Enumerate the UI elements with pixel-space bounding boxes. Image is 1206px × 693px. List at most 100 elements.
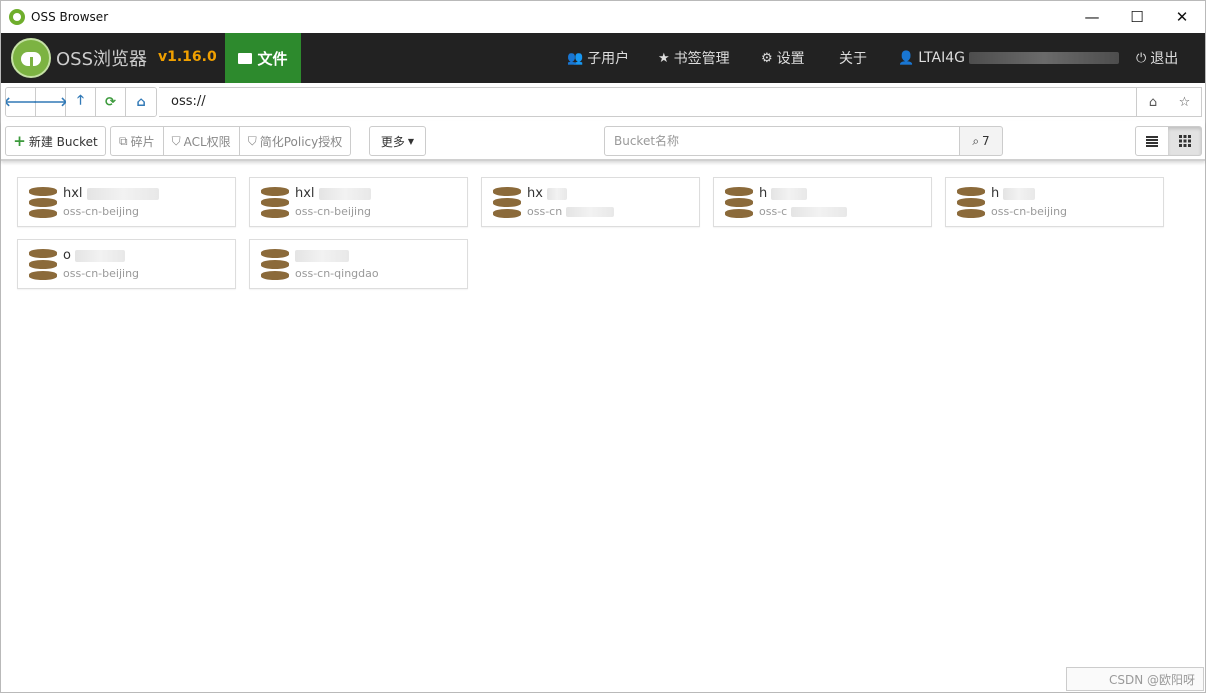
- bucket-name: h: [991, 186, 1000, 201]
- bucket-region: oss-cn-beijing: [63, 205, 140, 218]
- shield-icon: ⛉: [171, 133, 181, 148]
- more-label: 更多: [380, 134, 405, 149]
- nav-about[interactable]: 关于: [839, 33, 867, 83]
- users-icon: 👥: [567, 50, 584, 66]
- home-icon: ⌂: [136, 94, 146, 110]
- bucket-card[interactable]: h oss-cn-beijing: [945, 177, 1164, 227]
- oss-logo-icon: [11, 38, 51, 78]
- bucket-name: hxl: [63, 186, 83, 201]
- brand-name: OSS浏览器: [56, 49, 148, 70]
- forward-button[interactable]: 🡒: [33, 88, 68, 116]
- policy-label: 简化Policy授权: [259, 134, 343, 149]
- refresh-icon: ⟳: [105, 94, 116, 110]
- folder-icon: [238, 52, 253, 64]
- nav-logout[interactable]: ⏻ 退出: [1136, 33, 1178, 83]
- power-icon: ⏻: [1136, 50, 1147, 66]
- up-button[interactable]: 🡑: [66, 88, 96, 116]
- new-bucket-label: 新建 Bucket: [28, 134, 98, 149]
- nav-bookmarks[interactable]: ★ 书签管理: [658, 33, 730, 83]
- bucket-region: oss-cn-beijing: [991, 205, 1068, 218]
- database-icon: [29, 249, 57, 281]
- nav-subusers[interactable]: 👥 子用户: [567, 33, 629, 83]
- bucket-name: hx: [527, 186, 543, 201]
- nav-settings-label: 设置: [776, 51, 805, 67]
- nav-subusers-label: 子用户: [587, 51, 630, 67]
- list-icon: [1146, 135, 1158, 147]
- more-dropdown-button[interactable]: 更多 ▼: [369, 126, 426, 156]
- bucket-name: hxl: [295, 186, 315, 201]
- maximize-button[interactable]: ☐: [1114, 1, 1160, 33]
- grid-view-button[interactable]: [1168, 126, 1202, 156]
- star-icon: ★: [658, 50, 670, 66]
- tab-files-label: 文件: [257, 49, 288, 68]
- policy-button[interactable]: ⛉ 简化Policy授权: [240, 127, 351, 155]
- home-icon: ⌂: [1148, 94, 1158, 110]
- bucket-count: 7: [982, 134, 990, 148]
- bucket-actions-group: ⧉ 碎片 ⛉ ACL权限 ⛉ 简化Policy授权: [110, 126, 352, 156]
- home-button[interactable]: ⌂: [126, 88, 156, 116]
- bucket-region: oss-cn-beijing: [63, 267, 140, 280]
- new-bucket-button[interactable]: + 新建 Bucket: [5, 126, 106, 156]
- bucket-card[interactable]: o oss-cn-beijing: [17, 239, 236, 289]
- bucket-region: oss-cn-qingdao: [295, 267, 379, 280]
- bucket-card[interactable]: hxl oss-cn-beijing: [17, 177, 236, 227]
- bookmark-button[interactable]: ☆: [1168, 87, 1202, 117]
- window-titlebar: OSS Browser — ☐ ✕: [1, 1, 1205, 33]
- nav-bookmarks-label: 书签管理: [673, 51, 730, 67]
- address-row: 🡐 🡒 🡑 ⟳ ⌂ oss:// ⌂ ☆: [1, 83, 1205, 121]
- acl-label: ACL权限: [183, 134, 231, 149]
- database-icon: [261, 187, 289, 219]
- bucket-region: oss-c: [759, 205, 788, 218]
- database-icon: [493, 187, 521, 219]
- nav-account-label: LTAI4G: [918, 50, 965, 66]
- plus-icon: +: [13, 132, 26, 150]
- database-icon: [725, 187, 753, 219]
- bucket-region: oss-cn: [527, 205, 563, 218]
- tab-files[interactable]: 文件: [225, 33, 301, 83]
- database-icon: [957, 187, 985, 219]
- address-input[interactable]: oss://: [159, 87, 1137, 117]
- close-button[interactable]: ✕: [1159, 1, 1205, 33]
- bucket-card[interactable]: h oss-c: [713, 177, 932, 227]
- bucket-card[interactable]: hx oss-cn: [481, 177, 700, 227]
- search-button[interactable]: ⌕ 7: [959, 126, 1003, 156]
- bucket-name: h: [759, 186, 768, 201]
- acl-button[interactable]: ⛉ ACL权限: [164, 127, 240, 155]
- database-icon: [29, 187, 57, 219]
- gear-icon: ⚙: [761, 50, 773, 66]
- back-button[interactable]: 🡐: [6, 88, 38, 116]
- copy-icon: ⧉: [119, 133, 128, 148]
- list-view-button[interactable]: [1135, 126, 1169, 156]
- nav-about-label: 关于: [839, 51, 867, 67]
- refresh-button[interactable]: ⟳: [96, 88, 126, 116]
- arrow-up-icon: 🡑: [77, 93, 84, 108]
- top-navbar: OSS浏览器 v1.16.0 文件 👥 子用户 ★ 书签管理 ⚙ 设置 关于 👤…: [1, 33, 1205, 83]
- user-icon: 👤: [898, 50, 915, 66]
- bucket-search-input[interactable]: Bucket名称: [604, 126, 960, 156]
- grid-icon: [1178, 135, 1191, 147]
- nav-account[interactable]: 👤 LTAI4G: [898, 33, 1119, 83]
- toolbar: + 新建 Bucket ⧉ 碎片 ⛉ ACL权限 ⛉ 简化Policy授权 更多…: [1, 121, 1205, 161]
- watermark-text: CSDN @欧阳呀: [1108, 672, 1195, 687]
- fragments-button[interactable]: ⧉ 碎片: [111, 127, 164, 155]
- arrow-right-icon: 🡒: [33, 95, 68, 110]
- status-bar: CSDN @欧阳呀: [1066, 667, 1204, 691]
- window-title: OSS Browser: [31, 10, 109, 24]
- bucket-name: o: [63, 248, 71, 263]
- nav-logout-label: 退出: [1150, 51, 1179, 67]
- nav-settings[interactable]: ⚙ 设置: [761, 33, 805, 83]
- nav-button-group: 🡐 🡒 🡑 ⟳ ⌂: [5, 87, 157, 117]
- star-outline-icon: ☆: [1178, 94, 1191, 110]
- app-icon: [9, 9, 25, 25]
- bucket-card[interactable]: oss-cn-qingdao: [249, 239, 468, 289]
- database-icon: [261, 249, 289, 281]
- bucket-region: oss-cn-beijing: [295, 205, 372, 218]
- search-icon: ⌕: [972, 133, 980, 148]
- minimize-button[interactable]: —: [1069, 1, 1115, 33]
- shield-icon: ⛉: [247, 133, 257, 148]
- version-label: v1.16.0: [158, 49, 217, 65]
- bucket-card[interactable]: hxl oss-cn-beijing: [249, 177, 468, 227]
- set-home-button[interactable]: ⌂: [1136, 87, 1170, 117]
- redacted-access-key: [969, 52, 1119, 64]
- caret-down-icon: ▼: [407, 136, 415, 146]
